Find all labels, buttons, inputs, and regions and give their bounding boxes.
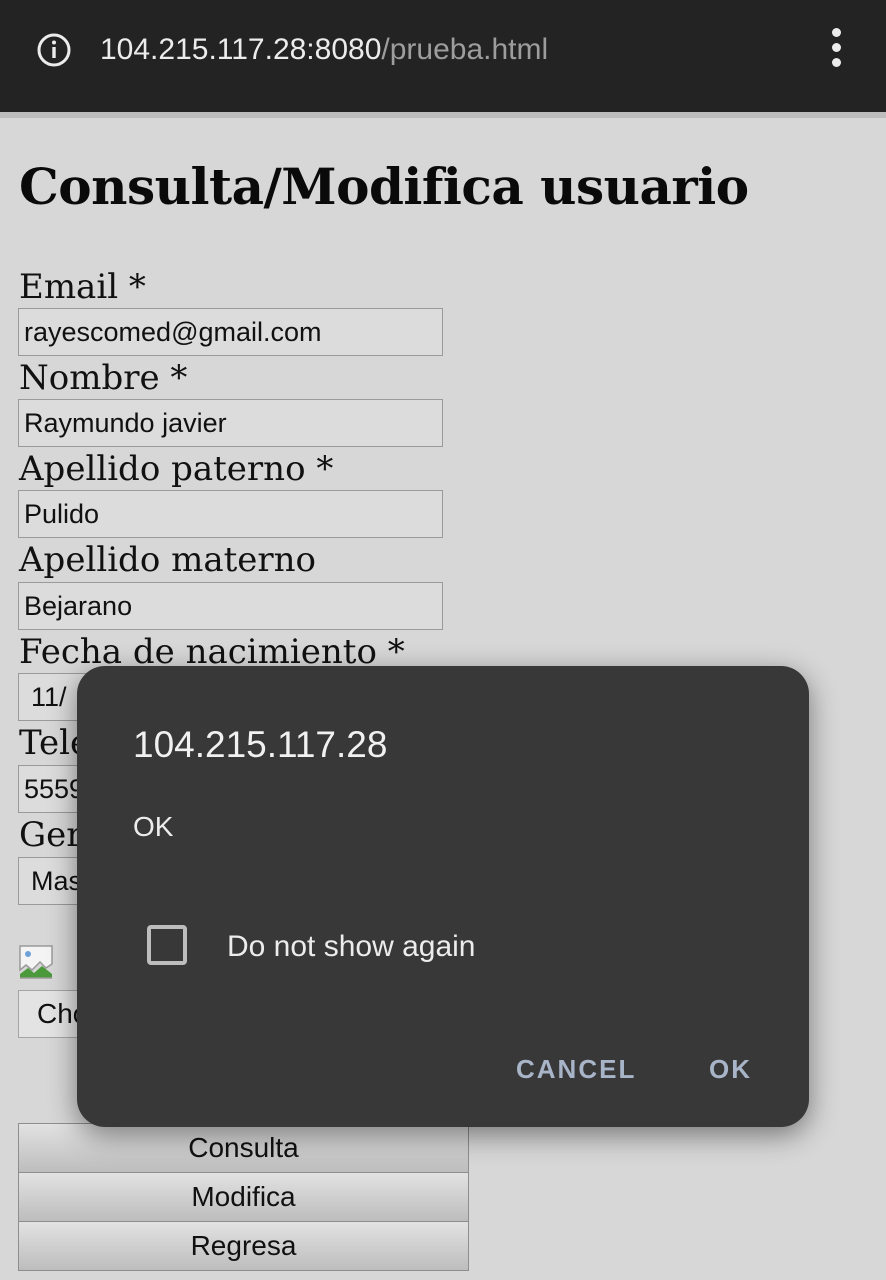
dialog-message: OK: [133, 811, 174, 842]
url-path: /prueba.html: [381, 33, 549, 66]
apellido-materno-field[interactable]: Bejarano: [18, 582, 443, 630]
kebab-menu-icon[interactable]: [826, 28, 846, 72]
apellido-paterno-field[interactable]: Pulido: [18, 490, 443, 538]
cancel-button[interactable]: CANCEL: [516, 1052, 636, 1086]
info-circle-icon[interactable]: [36, 32, 72, 68]
regresa-button[interactable]: Regresa: [18, 1221, 469, 1271]
page-title: Consulta/Modifica usuario: [19, 157, 749, 216]
dialog-title: 104.215.117.28: [133, 724, 388, 765]
email-field[interactable]: rayescomed@gmail.com: [18, 308, 443, 356]
nombre-label: Nombre *: [19, 358, 188, 398]
genero-label: Ger: [19, 815, 83, 855]
address-bar[interactable]: 104.215.117.28:8080/prueba.html: [100, 30, 548, 70]
broken-image-icon: [19, 945, 53, 979]
do-not-show-again-checkbox[interactable]: [147, 925, 187, 965]
do-not-show-again-label[interactable]: Do not show again: [227, 929, 476, 965]
nombre-field[interactable]: Raymundo javier: [18, 399, 443, 447]
ok-button[interactable]: OK: [709, 1052, 752, 1086]
toolbar-shadow: [0, 112, 886, 118]
modifica-button[interactable]: Modifica: [18, 1172, 469, 1222]
apellido-materno-label: Apellido materno: [19, 540, 317, 580]
consulta-button[interactable]: Consulta: [18, 1123, 469, 1173]
browser-toolbar: 104.215.117.28:8080/prueba.html: [0, 0, 886, 112]
alert-dialog: 104.215.117.28 OK Do not show again CANC…: [77, 666, 809, 1127]
url-host: 104.215.117.28:8080: [100, 33, 382, 66]
apellido-paterno-label: Apellido paterno *: [19, 449, 334, 489]
email-label: Email *: [19, 267, 146, 307]
